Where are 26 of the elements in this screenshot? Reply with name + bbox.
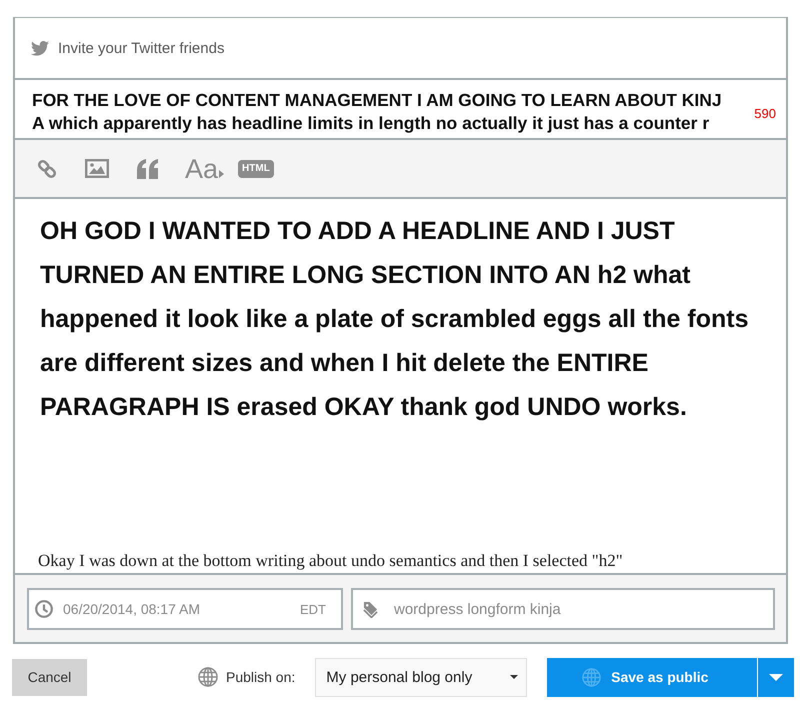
html-button[interactable]: HTML	[238, 160, 274, 178]
character-counter: 590	[754, 105, 776, 123]
invite-link[interactable]: Invite your Twitter friends	[58, 40, 224, 56]
globe-icon	[198, 667, 218, 687]
quote-icon[interactable]	[137, 158, 159, 178]
caret-icon	[510, 675, 518, 679]
date-field[interactable]: 06/20/2014, 08:17 AM EDT	[27, 588, 343, 630]
twitter-bird-icon	[31, 40, 49, 56]
heading-text: OH GOD I WANTED TO ADD A HEADLINE AND I JUST TURNED AN ENTIRE LONG SECTION INTO AN h2 what happened it look like a plate of scrambled eggs all the fonts are different sizes and when I hit delete the ENTIRE PARAGRAPH IS erased OKAY thank god UNDO works.	[40, 216, 750, 423]
publish-on-label: Publish on:	[226, 669, 296, 685]
destination-select[interactable]: My personal blog only	[315, 658, 528, 696]
image-icon[interactable]	[85, 159, 109, 178]
save-options-button[interactable]	[758, 658, 794, 696]
cancel-button[interactable]: Cancel	[12, 658, 87, 696]
tag-icon	[363, 600, 378, 618]
caret-icon	[219, 170, 224, 178]
headline-field[interactable]: FOR THE LOVE OF CONTENT MANAGEMENT I AM GOING TO LEARN ABOUT KINJ A which apparently has headline limits in length no actually it just has a counter r	[32, 89, 750, 138]
timezone-label: EDT	[300, 602, 326, 616]
clock-icon	[35, 600, 53, 618]
body-paragraph: Okay I was down at the bottom writing about undo semantics and then I selected "h2"	[38, 550, 624, 572]
caret-icon	[769, 674, 784, 680]
tags-field[interactable]: wordpress longform kinja	[351, 588, 775, 630]
link-icon[interactable]	[37, 158, 57, 180]
save-button[interactable]: Save as public	[547, 658, 758, 696]
text-format-button[interactable]: Aa	[185, 154, 224, 182]
globe-icon	[582, 668, 602, 686]
